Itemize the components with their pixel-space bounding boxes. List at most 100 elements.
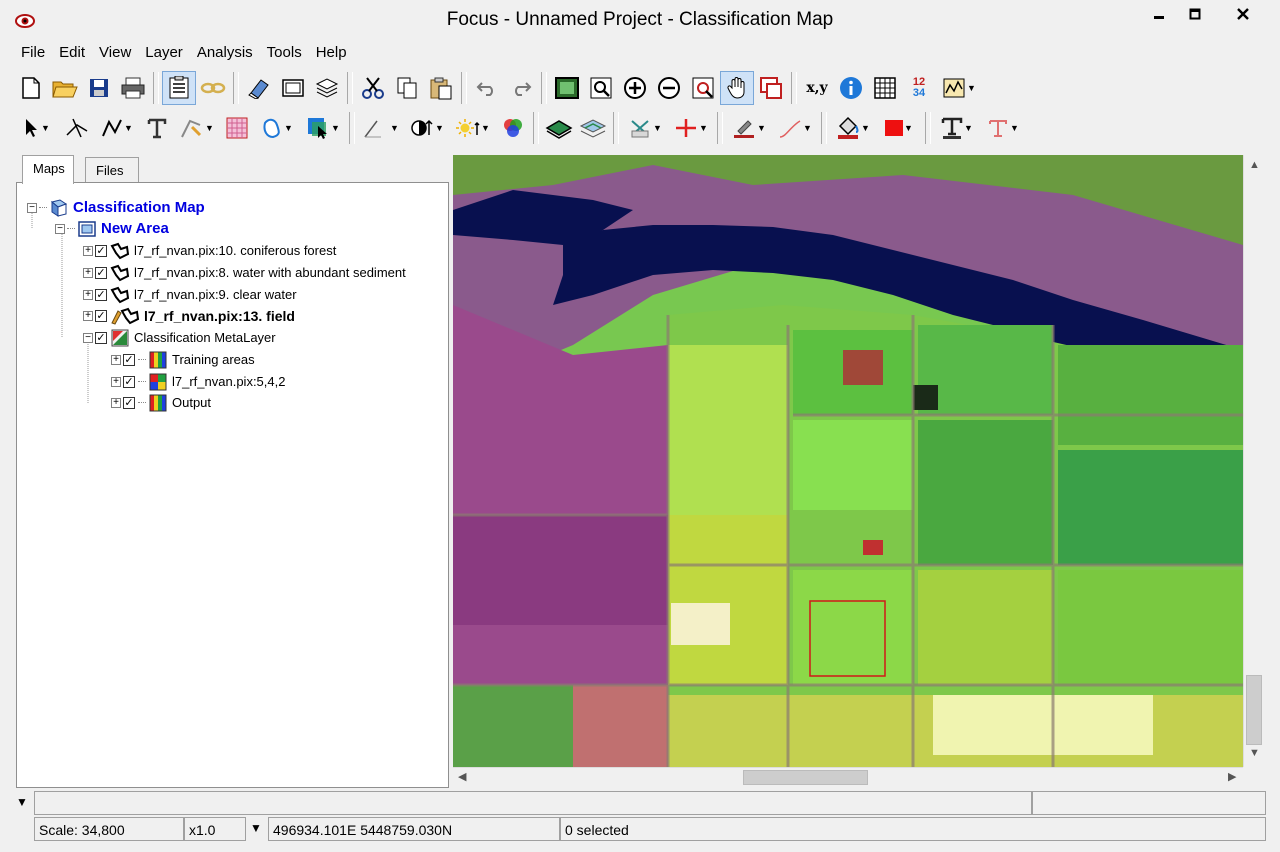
tree-node-map[interactable]: − Classification Map — [27, 197, 205, 218]
copy-button[interactable] — [390, 71, 424, 105]
expand-toggle[interactable]: + — [83, 245, 93, 256]
tab-files[interactable]: Files — [85, 157, 139, 183]
menu-edit[interactable]: Edit — [52, 44, 92, 61]
vertical-scroll-thumb[interactable] — [1246, 675, 1262, 745]
text-style-button[interactable]: ▼ — [934, 111, 980, 145]
new-button[interactable] — [14, 71, 48, 105]
menu-file[interactable]: File — [14, 44, 52, 61]
line-color-button[interactable]: ▼ — [726, 111, 772, 145]
expand-toggle[interactable]: + — [111, 397, 121, 408]
menu-help[interactable]: Help — [309, 44, 354, 61]
zoom-in-button[interactable] — [618, 71, 652, 105]
contrast-button[interactable]: ▼ — [404, 111, 450, 145]
zoom-out-button[interactable] — [652, 71, 686, 105]
tree-sublayer-row[interactable]: + ✓ Training areas — [111, 349, 255, 370]
menu-analysis[interactable]: Analysis — [190, 44, 260, 61]
collapse-toggle[interactable]: − — [27, 202, 37, 213]
overview-button[interactable] — [754, 71, 788, 105]
pan-button[interactable] — [720, 71, 754, 105]
raster-grid-button[interactable] — [220, 111, 254, 145]
properties-button[interactable] — [162, 71, 196, 105]
zoom-dropdown-icon[interactable]: ▼ — [250, 821, 262, 835]
polygon-tool-button[interactable]: ▼ — [254, 111, 300, 145]
coordinates-button[interactable]: x,y — [800, 71, 834, 105]
tree-layer-row[interactable]: + ✓ l7_rf_nvan.pix:9. clear water — [83, 284, 297, 305]
select-tool-button[interactable]: ▼ — [14, 111, 60, 145]
scroll-up-icon[interactable]: ▲ — [1249, 159, 1260, 171]
reshape-tool-button[interactable]: ▼ — [174, 111, 220, 145]
expand-toggle[interactable]: + — [83, 267, 93, 278]
undo-button[interactable] — [470, 71, 504, 105]
redo-button[interactable] — [504, 71, 538, 105]
scroll-down-icon[interactable]: ▼ — [1249, 747, 1260, 759]
tree-layer-row[interactable]: + ✓ l7_rf_nvan.pix:8. water with abundant… — [83, 262, 406, 283]
erase-button[interactable] — [242, 71, 276, 105]
frame-button[interactable] — [276, 71, 310, 105]
tree-node-metalayer[interactable]: − ✓ Classification MetaLayer — [83, 327, 276, 348]
tree-node-area[interactable]: − New Area — [55, 218, 169, 239]
info-button[interactable] — [834, 71, 868, 105]
map-view[interactable] — [453, 155, 1243, 767]
expand-messages-icon[interactable]: ▼ — [16, 795, 28, 809]
tree-sublayer-row[interactable]: + ✓ l7_rf_nvan.pix:5,4,2 — [111, 371, 285, 392]
layer-checkbox[interactable]: ✓ — [95, 331, 107, 344]
scroll-right-icon[interactable]: ▶ — [1228, 770, 1236, 783]
expand-toggle[interactable]: + — [83, 289, 93, 300]
tab-maps[interactable]: Maps — [22, 155, 74, 184]
save-button[interactable] — [82, 71, 116, 105]
menu-view[interactable]: View — [92, 44, 138, 61]
open-button[interactable] — [48, 71, 82, 105]
layer-overlay-button[interactable] — [576, 111, 610, 145]
zoom-selection-button[interactable] — [686, 71, 720, 105]
paste-button[interactable] — [424, 71, 458, 105]
point-symbol-button[interactable]: ▼ — [622, 111, 668, 145]
link-button[interactable] — [196, 71, 230, 105]
area-select-button[interactable]: ▼ — [300, 111, 346, 145]
menu-layer[interactable]: Layer — [138, 44, 190, 61]
layer-visibility-button[interactable] — [542, 111, 576, 145]
expand-toggle[interactable]: + — [111, 376, 121, 387]
layer-checkbox[interactable]: ✓ — [95, 288, 107, 301]
crosshair-button[interactable]: ▼ — [668, 111, 714, 145]
zoom-extents-button[interactable] — [550, 71, 584, 105]
print-button[interactable] — [116, 71, 150, 105]
brightness-button[interactable]: ▼ — [450, 111, 496, 145]
color-swatch-button[interactable]: ▼ — [876, 111, 922, 145]
layer-checkbox[interactable]: ✓ — [95, 266, 107, 279]
vertex-edit-button[interactable] — [60, 111, 94, 145]
expand-toggle[interactable]: + — [111, 354, 121, 365]
tree-layer-row[interactable]: + ✓ l7_rf_nvan.pix:10. coniferous forest — [83, 240, 336, 261]
cut-button[interactable] — [356, 71, 390, 105]
minimize-button[interactable] — [1142, 0, 1176, 28]
zoom-window-button[interactable] — [584, 71, 618, 105]
scroll-left-icon[interactable]: ◀ — [458, 770, 466, 783]
layer-checkbox[interactable]: ✓ — [123, 353, 135, 366]
histogram-button[interactable]: ▼ — [936, 71, 982, 105]
layer-checkbox[interactable]: ✓ — [95, 309, 107, 322]
tree-layer-row-selected[interactable]: + ✓ l7_rf_nvan.pix:13. field — [83, 305, 295, 326]
line-style-button[interactable]: ▼ — [358, 111, 404, 145]
satellite-classification-image[interactable] — [453, 155, 1243, 767]
table-button[interactable] — [868, 71, 902, 105]
layer-checkbox[interactable]: ✓ — [123, 375, 135, 388]
layers-button[interactable] — [310, 71, 344, 105]
collapse-toggle[interactable]: − — [55, 223, 65, 234]
horizontal-scroll-thumb[interactable] — [743, 770, 868, 785]
fill-color-button[interactable]: ▼ — [830, 111, 876, 145]
layer-checkbox[interactable]: ✓ — [95, 244, 107, 257]
rgb-button[interactable] — [496, 111, 530, 145]
layer-checkbox[interactable]: ✓ — [123, 396, 135, 409]
text-color-button[interactable]: ▼ — [980, 111, 1026, 145]
polyline-tool-button[interactable]: ▼ — [94, 111, 140, 145]
close-button[interactable] — [1214, 0, 1272, 28]
vertical-scrollbar[interactable]: ▲ ▼ — [1243, 155, 1264, 767]
curve-style-button[interactable]: ▼ — [772, 111, 818, 145]
tree-sublayer-row[interactable]: + ✓ Output — [111, 392, 211, 413]
text-tool-button[interactable] — [140, 111, 174, 145]
maximize-button[interactable] — [1178, 0, 1212, 28]
horizontal-scrollbar[interactable]: ◀ ▶ — [453, 767, 1243, 787]
expand-toggle[interactable]: + — [83, 310, 93, 321]
menu-tools[interactable]: Tools — [260, 44, 309, 61]
collapse-toggle[interactable]: − — [83, 332, 93, 343]
numbers-button[interactable]: 12 34 — [902, 71, 936, 105]
